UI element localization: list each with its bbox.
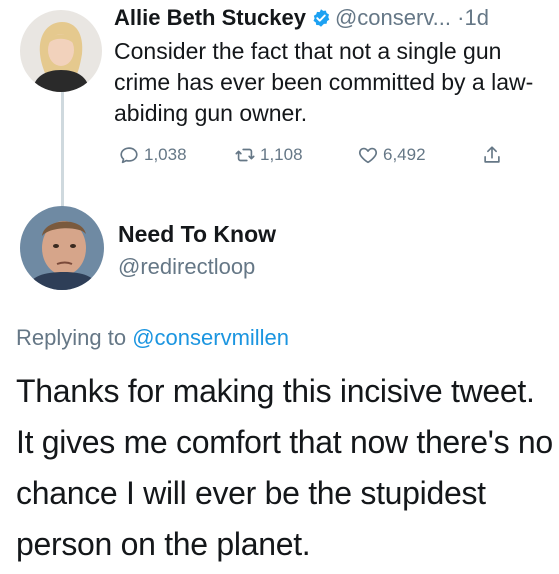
avatar-need-to-know[interactable] xyxy=(20,206,104,290)
thread-connector-line xyxy=(61,92,64,210)
reply-author-display-name[interactable]: Need To Know xyxy=(118,219,276,249)
reply-tweet-text: Thanks for making this incisive tweet. I… xyxy=(16,373,553,562)
retweet-count: 1,108 xyxy=(260,145,303,164)
avatar-man-photo-icon xyxy=(20,206,104,290)
share-button[interactable] xyxy=(481,144,507,166)
share-icon xyxy=(484,146,500,163)
like-count: 6,492 xyxy=(383,145,426,164)
reply-author-handle[interactable]: @redirectloop xyxy=(118,252,255,282)
replying-prefix: Replying to xyxy=(16,325,127,350)
reply-icon xyxy=(120,147,138,164)
replying-to-mention-link[interactable]: @conservmillen xyxy=(132,325,289,350)
reply-button[interactable]: 1,038 xyxy=(118,144,187,166)
tweet-action-bar: 1,038 1,108 6,492 xyxy=(114,144,524,172)
verified-badge-icon xyxy=(311,5,331,27)
retweet-icon xyxy=(235,148,255,162)
author-display-name[interactable]: Allie Beth Stuckey xyxy=(114,5,306,30)
heart-icon xyxy=(358,147,378,164)
like-button[interactable]: 6,492 xyxy=(357,144,426,166)
tweet-timestamp[interactable]: 1d xyxy=(464,5,488,30)
retweet-button[interactable]: 1,108 xyxy=(234,144,303,166)
tweet-text: Consider the fact that not a single gun … xyxy=(114,38,534,126)
avatar-allie[interactable] xyxy=(20,10,102,92)
avatar-woman-photo-icon xyxy=(20,10,102,92)
reply-count: 1,038 xyxy=(144,145,187,164)
author-handle[interactable]: @conserv... xyxy=(335,5,451,30)
replying-to-line: Replying to @conservmillen xyxy=(16,323,289,353)
tweet-header: Allie Beth Stuckey @conserv... ·1d xyxy=(114,2,489,34)
separator-dot: · xyxy=(457,5,465,30)
